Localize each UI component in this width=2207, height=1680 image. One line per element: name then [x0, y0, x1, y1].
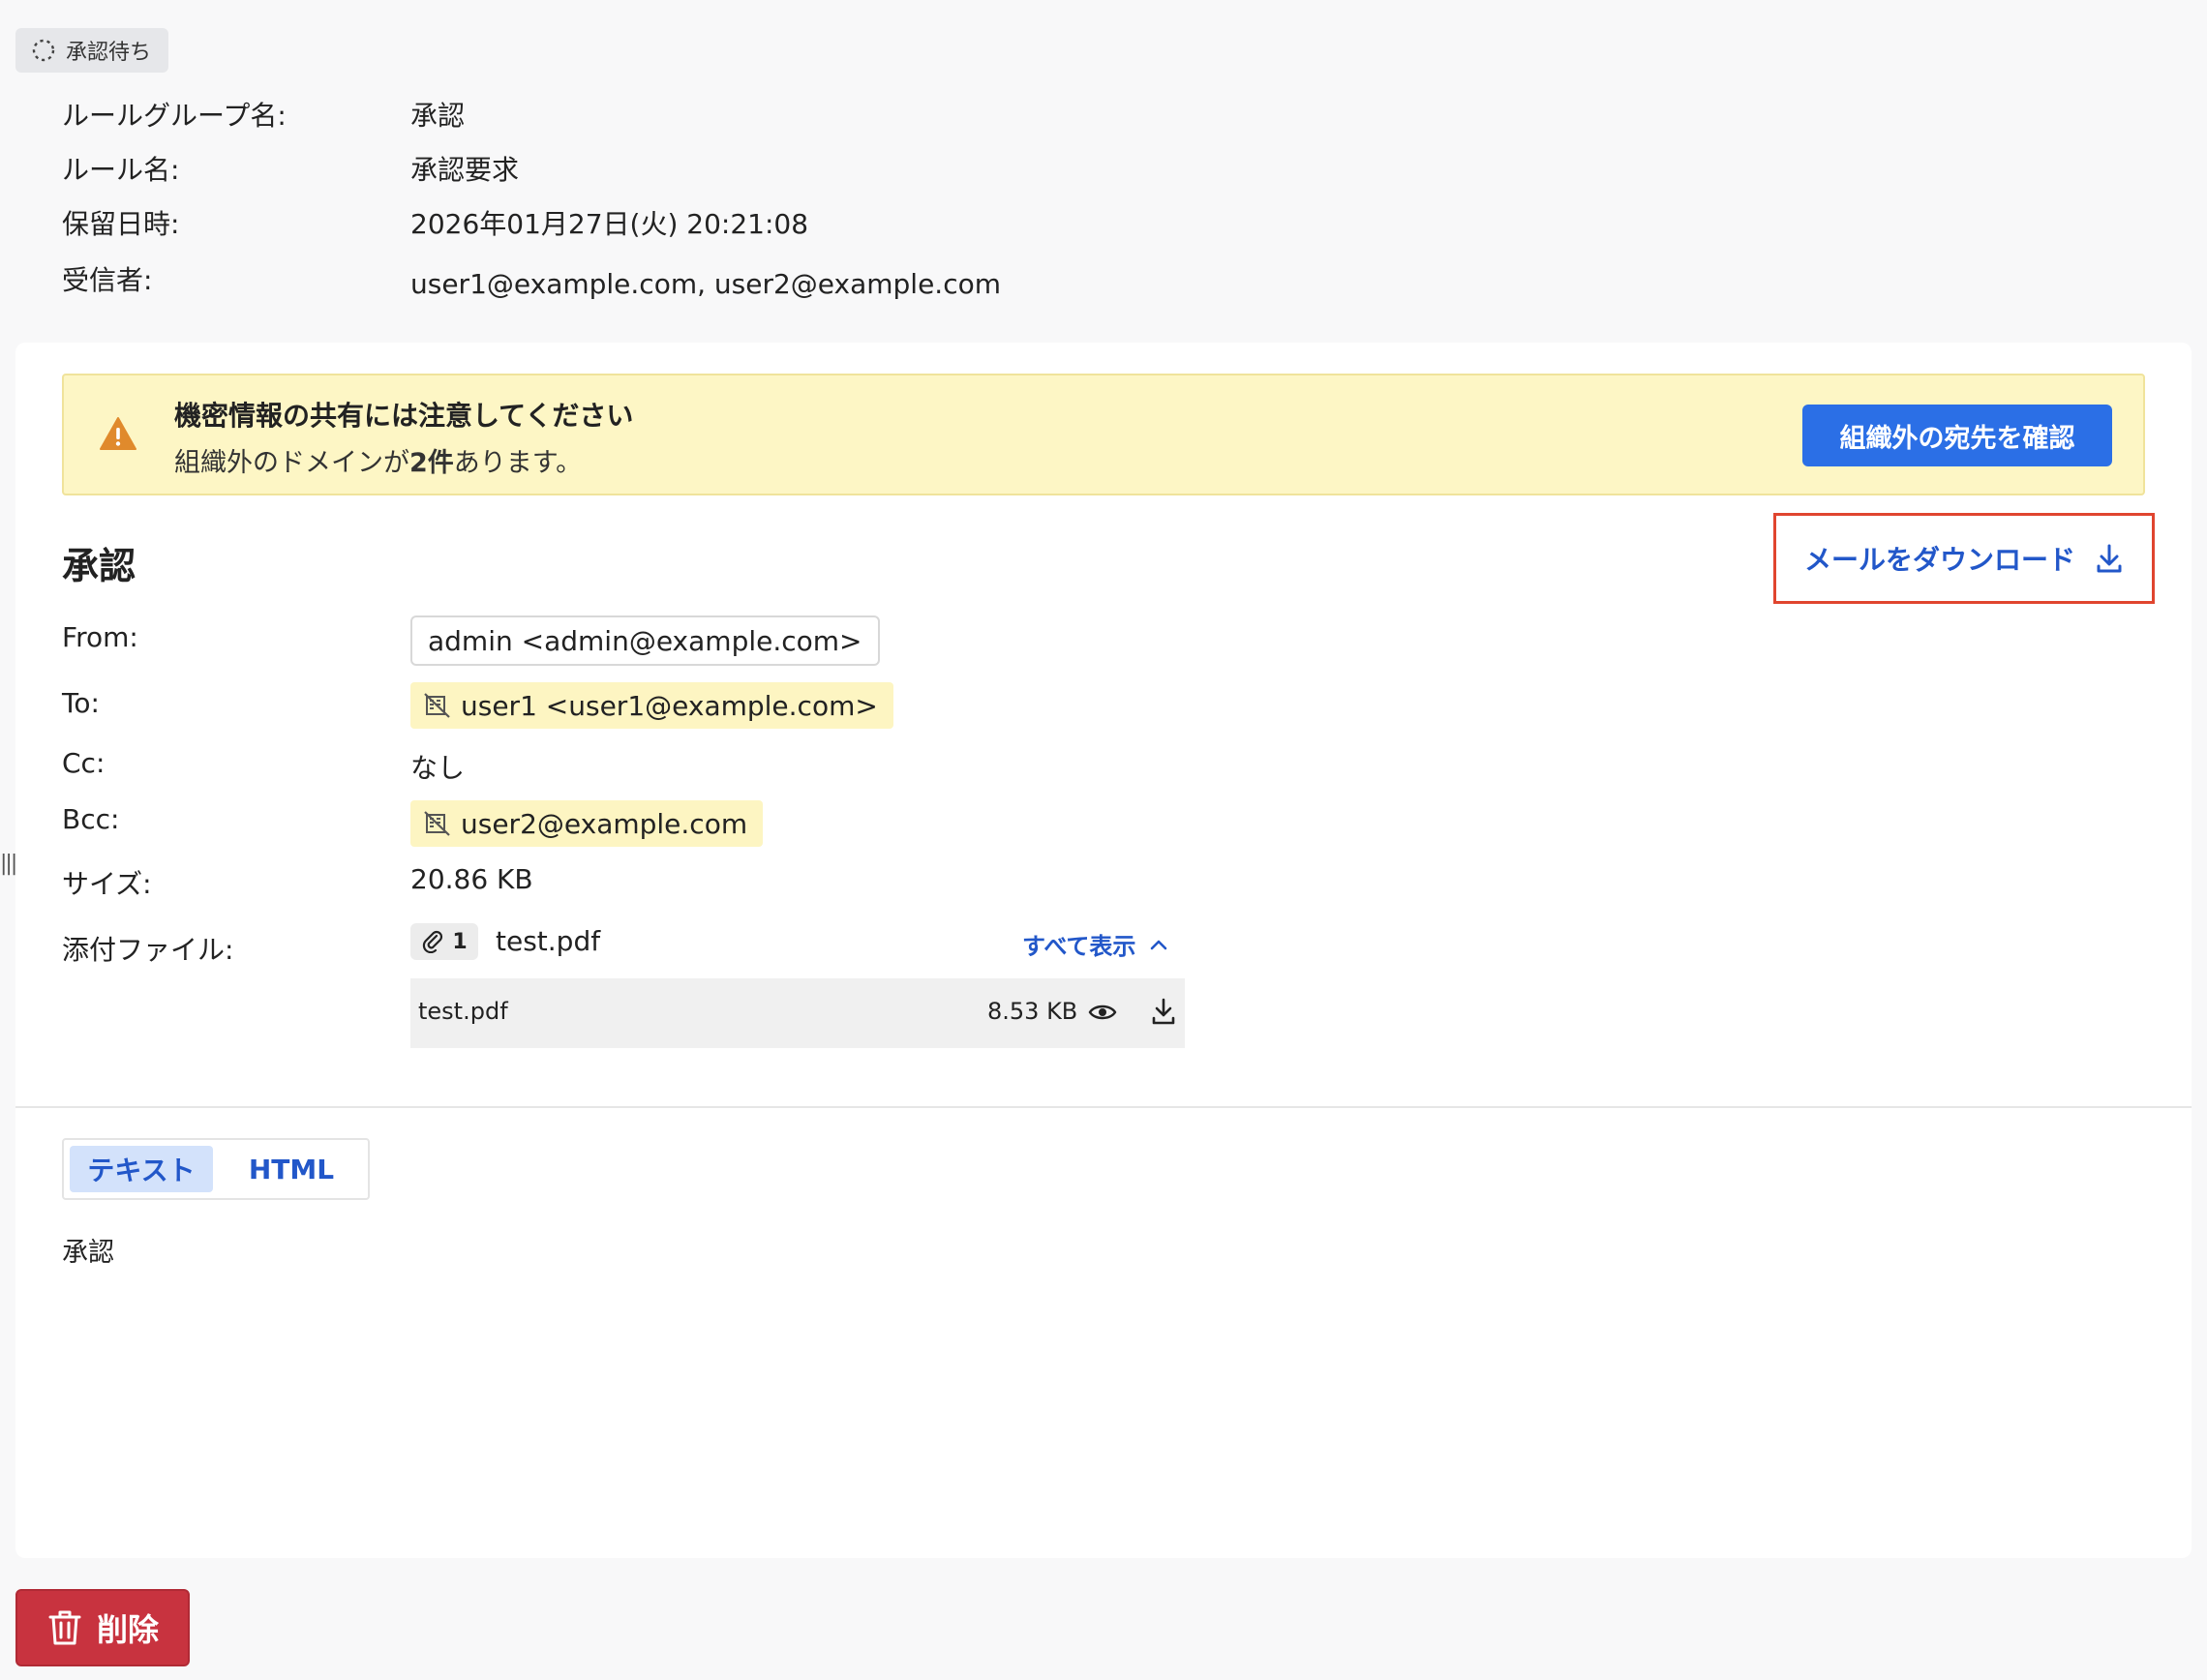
- paperclip-icon: [423, 930, 443, 953]
- bcc-label: Bcc:: [62, 803, 120, 835]
- meta-value: 2026年01月27日(火) 20:21:08: [410, 208, 809, 240]
- to-recipient-text: user1 <user1@example.com>: [461, 689, 878, 722]
- attachment-download-icon[interactable]: [1150, 996, 1177, 1027]
- mail-card: 機密情報の共有には注意してください 組織外のドメインが2件あります。 組織外の宛…: [15, 343, 2192, 1558]
- section-divider: [15, 1106, 2192, 1108]
- attachment-summary-name: test.pdf: [496, 925, 601, 957]
- alert-desc-count: 2件: [409, 448, 454, 478]
- bcc-recipient-chip[interactable]: user2@example.com: [410, 800, 764, 847]
- show-all-label: すべて表示: [1022, 933, 1136, 960]
- attachment-name: test.pdf: [418, 998, 508, 1025]
- meta-key: ルール名:: [62, 154, 180, 186]
- resize-handle-icon[interactable]: |||: [0, 852, 17, 876]
- to-recipient-chip[interactable]: user1 <user1@example.com>: [410, 682, 893, 729]
- meta-value: 承認要求: [410, 154, 520, 186]
- attachment-count: 1: [452, 929, 468, 954]
- from-address: admin <admin@example.com>: [410, 615, 880, 666]
- page: 承認待ち ルールグループ名: 承認 ルール名: 承認要求 保留日時: 2026年…: [0, 0, 2207, 1680]
- alert-desc-prefix: 組織外のドメインが: [174, 448, 409, 478]
- status-badge: 承認待ち: [15, 28, 169, 73]
- delete-button[interactable]: 削除: [15, 1589, 190, 1666]
- show-all-attachments-toggle[interactable]: すべて表示: [1022, 927, 1168, 961]
- check-external-recipients-button[interactable]: 組織外の宛先を確認: [1802, 405, 2112, 466]
- delete-label: 削除: [96, 1612, 159, 1647]
- alert-desc-suffix: あります。: [453, 448, 583, 478]
- cc-label: Cc:: [62, 747, 106, 779]
- external-domain-icon: [424, 693, 450, 718]
- alert-description: 組織外のドメインが2件あります。: [174, 441, 582, 479]
- tab-html[interactable]: HTML: [228, 1146, 354, 1192]
- alert-title: 機密情報の共有には注意してください: [174, 400, 634, 432]
- meta-key: 受信者:: [62, 264, 153, 296]
- cc-value: なし: [410, 752, 466, 784]
- to-label: To:: [62, 687, 100, 719]
- size-value: 20.86 KB: [410, 863, 533, 895]
- tab-text[interactable]: テキスト: [70, 1146, 213, 1192]
- meta-value: 承認: [410, 100, 466, 132]
- mail-subject: 承認: [62, 545, 136, 587]
- mail-body-text: 承認: [62, 1238, 114, 1268]
- pending-spinner-icon: [32, 39, 55, 62]
- meta-value: user1@example.com, user2@example.com: [410, 268, 1002, 300]
- attachment-count-badge: 1: [410, 923, 478, 960]
- external-domain-icon: [424, 811, 450, 836]
- meta-key: ルールグループ名:: [62, 100, 287, 132]
- meta-key: 保留日時:: [62, 208, 180, 240]
- chevron-up-icon: [1151, 940, 1167, 949]
- body-format-tabs: テキスト HTML: [62, 1138, 370, 1200]
- download-mail-label: メールをダウンロード: [1803, 544, 2075, 576]
- size-label: サイズ:: [62, 868, 152, 900]
- preview-eye-icon[interactable]: [1088, 1000, 1117, 1025]
- attachment-size: 8.53 KB: [987, 998, 1078, 1025]
- download-icon: [2097, 544, 2122, 573]
- attachments-label: 添付ファイル:: [62, 934, 234, 966]
- from-label: From:: [62, 621, 138, 653]
- warning-icon: [100, 417, 136, 450]
- status-label: 承認待ち: [66, 41, 152, 65]
- bcc-recipient-text: user2@example.com: [461, 807, 748, 840]
- attachment-row: test.pdf 8.53 KB: [410, 978, 1185, 1048]
- trash-icon: [48, 1610, 81, 1645]
- download-mail-button[interactable]: メールをダウンロード: [1773, 513, 2155, 604]
- external-domain-alert: 機密情報の共有には注意してください 組織外のドメインが2件あります。 組織外の宛…: [62, 374, 2145, 495]
